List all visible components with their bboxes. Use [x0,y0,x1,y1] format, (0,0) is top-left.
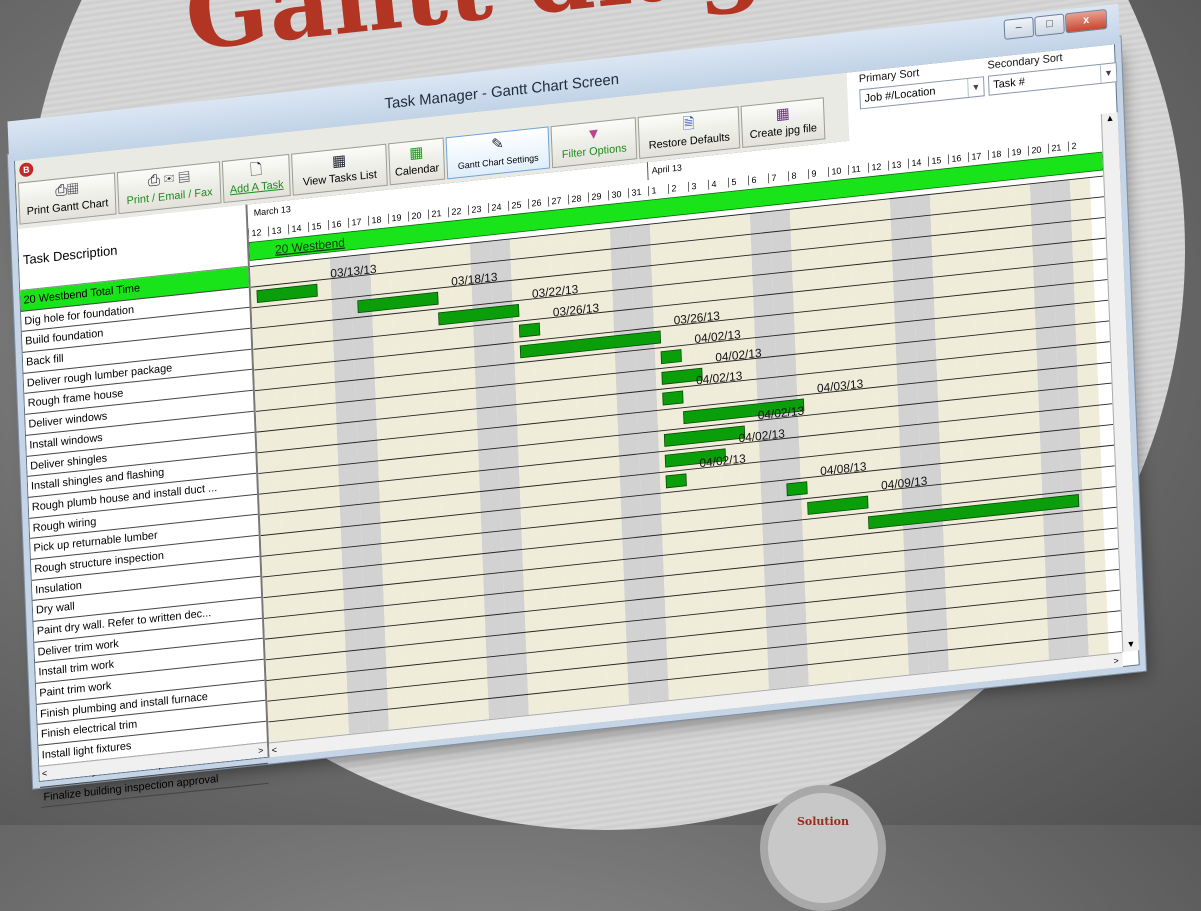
day-tick-label: 21 [1051,142,1061,153]
calendar-button[interactable]: ▦ Calendar [388,138,445,186]
day-tick-label: 2 [1071,141,1076,152]
day-tick-label: 7 [771,173,776,184]
primary-sort-value: Job #/Location [864,85,935,105]
day-tick-label: 27 [551,195,561,206]
day-tick-label: 3 [691,181,696,192]
scroll-left-arrow-icon[interactable]: < [269,745,277,756]
day-tick-label: 18 [991,149,1001,160]
task-list-panel: Task Description 20 Westbend Total TimeD… [18,205,270,781]
seal-text: Solution [768,815,878,828]
day-tick-label: 14 [911,157,921,168]
create-jpg-file-button[interactable]: ▦ Create jpg file [741,97,826,148]
add-task-button[interactable]: 🗋 Add A Task [222,154,291,203]
chevron-down-icon: ▼ [1100,63,1117,83]
scroll-down-arrow-icon[interactable]: ▼ [1123,638,1139,650]
scroll-up-arrow-icon[interactable]: ▲ [1102,112,1118,124]
task-bar [663,391,683,405]
restore-defaults-button[interactable]: 🗎 Restore Defaults [638,106,741,159]
day-tick-label: 15 [311,221,321,232]
day-tick-label: 13 [271,225,281,236]
day-tick-label: 18 [371,214,381,225]
day-tick-label: 28 [571,193,581,204]
day-tick-label: 22 [451,206,461,217]
task-bar [666,474,686,488]
day-tick-label: 14 [291,223,301,234]
print-email-fax-button[interactable]: ⎙ ✉ ▤ Print / Email / Fax [117,161,222,214]
secondary-sort-value: Task # [993,76,1025,91]
day-tick-label: 1 [651,185,656,196]
day-tick-label: 6 [751,175,756,186]
day-tick-label: 21 [431,208,441,219]
scroll-right-arrow-icon[interactable]: > [258,743,264,758]
day-tick-label: 16 [331,219,341,230]
maximize-button[interactable]: □ [1034,13,1065,36]
day-tick-label: 25 [511,200,521,211]
day-tick-label: 20 [1031,144,1041,155]
day-tick-label: 12 [251,227,261,238]
task-manager-window: Task Manager - Gantt Chart Screen – □ x … [14,43,1140,782]
day-tick-label: 31 [631,187,641,198]
day-tick-label: 11 [851,164,861,175]
day-tick-label: 10 [831,166,841,177]
task-bar [661,350,681,364]
day-tick-label: 20 [411,210,421,221]
day-tick-label: 19 [1011,147,1021,158]
day-tick-label: 17 [971,151,981,162]
print-gantt-chart-button[interactable]: ⎙▦ Print Gantt Chart [18,172,117,224]
filter-options-button[interactable]: ▼ Filter Options [551,117,638,168]
day-tick-label: 16 [951,153,961,164]
scroll-right-arrow-icon[interactable]: > [1113,653,1119,668]
task-bar [519,323,539,337]
day-tick-label: 29 [591,191,601,202]
day-tick-label: 12 [871,161,881,172]
day-tick-label: 17 [351,217,361,228]
day-tick-label: 30 [611,189,621,200]
day-tick-label: 13 [891,159,901,170]
day-tick-label: 5 [731,177,736,188]
view-tasks-list-button[interactable]: ▦ View Tasks List [291,144,388,196]
gantt-chart-area: March 13April 13121314151617181920212223… [247,114,1122,743]
day-tick-label: 8 [791,170,796,181]
gantt-chart-settings-button[interactable]: ✎ Gantt Chart Settings [446,126,551,179]
day-tick-label: 15 [931,155,941,166]
app-icon: B [19,162,33,177]
day-tick-label: 24 [491,202,501,213]
task-rows: 20 Westbend Total TimeDig hole for found… [20,267,268,808]
day-tick-label: 2 [671,183,676,194]
day-tick-label: 23 [471,204,481,215]
day-tick-label: 19 [391,212,401,223]
minimize-button[interactable]: – [1004,17,1034,40]
task-bar [787,482,807,496]
day-tick-label: 9 [811,168,816,179]
day-tick-label: 4 [711,179,716,190]
gantt-chart-svg: March 13April 13121314151617181920212223… [247,114,1122,743]
scroll-left-arrow-icon[interactable]: < [39,768,47,779]
chevron-down-icon: ▼ [967,77,984,97]
seal-logo: Solution [760,785,886,911]
day-tick-label: 26 [531,197,541,208]
